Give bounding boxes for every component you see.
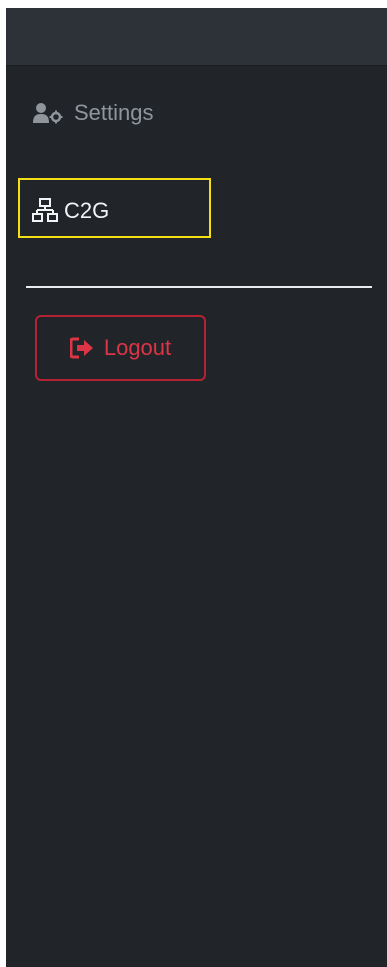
sidebar-divider <box>26 286 372 288</box>
top-bar <box>6 8 387 66</box>
sidebar-item-label: C2G <box>64 198 110 223</box>
sign-out-icon <box>69 337 96 359</box>
logout-label: Logout <box>103 335 172 360</box>
sidebar-item-label: Settings <box>74 100 154 125</box>
sidebar: Settings C2G Logout <box>6 8 387 967</box>
users-cog-icon <box>32 102 68 124</box>
network-icon <box>32 198 58 224</box>
sidebar-item-settings[interactable]: Settings <box>32 100 154 126</box>
logout-button[interactable]: Logout <box>35 315 206 381</box>
sidebar-item-c2g[interactable]: C2G <box>32 198 109 224</box>
